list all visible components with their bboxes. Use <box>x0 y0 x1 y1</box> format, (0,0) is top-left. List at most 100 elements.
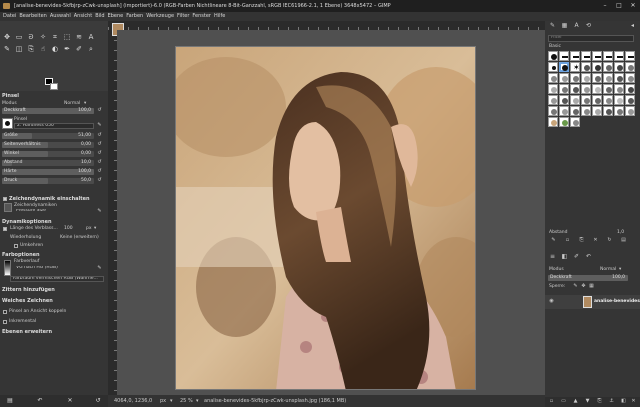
angle-reset-icon[interactable]: ↺ <box>97 151 102 156</box>
brush-preview[interactable] <box>2 118 13 129</box>
layers-mode-chevron-icon[interactable]: ▾ <box>619 266 621 273</box>
brush-item[interactable] <box>625 51 635 61</box>
clone-tool-icon[interactable]: ⎘ <box>27 45 35 53</box>
brush-filter-input[interactable]: Filter <box>548 35 634 42</box>
reset-options-icon[interactable]: ↺ <box>94 397 102 405</box>
background-color-swatch[interactable] <box>50 83 58 90</box>
lock-position-icon[interactable]: ✥ <box>581 284 586 289</box>
minimize-button[interactable]: – <box>598 0 612 12</box>
edit-gradient-icon[interactable]: ✎ <box>97 266 102 271</box>
incremental-checkbox[interactable] <box>3 320 7 324</box>
canvas-image[interactable] <box>175 46 476 390</box>
lock-alpha-icon[interactable]: ▦ <box>589 284 594 289</box>
raise-layer-icon[interactable]: ▲ <box>573 399 578 404</box>
hardness-slider[interactable]: Härte 100,0 <box>2 169 94 175</box>
brush-item[interactable] <box>592 51 602 61</box>
unit-select[interactable]: px <box>160 395 166 407</box>
brush-item[interactable] <box>548 51 558 61</box>
brush-item[interactable]: ✶ <box>570 62 580 72</box>
brush-item[interactable] <box>548 62 558 72</box>
menu-bearbeiten[interactable]: Bearbeiten <box>18 12 48 21</box>
zoom-select[interactable]: 25 % <box>180 395 193 407</box>
brush-item[interactable] <box>548 84 558 94</box>
menu-farben[interactable]: Farben <box>125 12 145 21</box>
new-brush-icon[interactable]: ▫ <box>565 238 570 243</box>
delete-preset-icon[interactable]: ✕ <box>66 397 74 405</box>
brush-item[interactable] <box>592 62 602 72</box>
mode-chevron-icon[interactable]: ▾ <box>84 100 86 107</box>
delete-brush-icon[interactable]: ✕ <box>593 238 598 243</box>
layer-row[interactable]: ◉ analise-benevides-5 <box>545 295 640 309</box>
hardness-reset-icon[interactable]: ↺ <box>97 169 102 174</box>
aspect-reset-icon[interactable]: ↺ <box>97 142 102 147</box>
eraser-tool-icon[interactable]: ◫ <box>15 45 23 53</box>
brush-item[interactable] <box>625 106 635 116</box>
brush-item[interactable] <box>570 84 580 94</box>
menu-hilfe[interactable]: Hilfe <box>213 12 227 21</box>
spacing-reset-icon[interactable]: ↺ <box>97 160 102 165</box>
layer-name[interactable]: analise-benevides-5 <box>594 299 640 304</box>
brush-item[interactable] <box>603 73 613 83</box>
menu-datei[interactable]: Datei <box>0 12 18 21</box>
brush-item[interactable] <box>625 95 635 105</box>
save-preset-icon[interactable]: ▤ <box>6 397 14 405</box>
brush-item[interactable] <box>581 73 591 83</box>
menu-ansicht[interactable]: Ansicht <box>73 12 94 21</box>
brush-item[interactable] <box>581 51 591 61</box>
lasso-tool-icon[interactable]: ᘐ <box>27 33 35 41</box>
close-button[interactable]: ✕ <box>626 0 640 12</box>
text-tool-icon[interactable]: A <box>87 33 95 41</box>
opacity-slider[interactable]: Deckkraft 100,0 <box>2 108 94 114</box>
angle-slider[interactable]: Winkel 0,00 <box>2 151 94 157</box>
lower-layer-icon[interactable]: ▼ <box>585 399 590 404</box>
gradient-preview[interactable] <box>4 260 11 276</box>
brush-item[interactable] <box>603 106 613 116</box>
smooth-header[interactable]: Weiches Zeichnen <box>2 298 53 304</box>
brush-item[interactable] <box>581 106 591 116</box>
mode-select[interactable]: Normal <box>64 100 80 107</box>
size-slider[interactable]: Größe 51,00 <box>2 133 94 139</box>
paintbrush-tool-icon[interactable]: ✎ <box>3 45 11 53</box>
lock-pixels-icon[interactable]: ✎ <box>573 284 578 289</box>
brush-item[interactable] <box>592 73 602 83</box>
edit-brush-action-icon[interactable]: ✎ <box>551 238 556 243</box>
expand-layers-header[interactable]: Ebenen erweitern <box>2 329 52 335</box>
dodge-tool-icon[interactable]: ◐ <box>51 45 59 53</box>
brush-item[interactable] <box>570 51 580 61</box>
channels-tab-icon[interactable]: ◧ <box>560 253 569 261</box>
move-tool-icon[interactable]: ✥ <box>3 33 11 41</box>
brush-item[interactable] <box>614 73 624 83</box>
spacing-slider[interactable]: Abstand 10,0 <box>2 160 94 166</box>
fade-unit-chevron-icon[interactable]: ▾ <box>94 225 96 232</box>
layer-opacity-slider[interactable]: Deckkraft 100,0 <box>548 275 628 281</box>
open-brush-icon[interactable]: ▤ <box>621 238 626 243</box>
brush-item[interactable] <box>559 84 569 94</box>
lock-brush-checkbox[interactable] <box>3 310 7 314</box>
undo-history-tab-icon[interactable]: ↶ <box>584 253 593 261</box>
zoom-chevron-icon[interactable]: ▾ <box>196 395 199 407</box>
menu-bild[interactable]: Bild <box>94 12 106 21</box>
brush-item[interactable] <box>581 84 591 94</box>
maximize-button[interactable]: □ <box>612 0 626 12</box>
brush-item[interactable] <box>614 62 624 72</box>
brush-item[interactable] <box>603 62 613 72</box>
crop-tool-icon[interactable]: ⌗ <box>51 33 59 41</box>
dynamics-checkbox[interactable] <box>3 197 7 201</box>
brush-item[interactable] <box>603 95 613 105</box>
new-group-icon[interactable]: ▭ <box>561 399 566 404</box>
mask-layer-icon[interactable]: ◧ <box>621 399 626 404</box>
brush-item[interactable] <box>548 73 558 83</box>
duplicate-brush-icon[interactable]: ⎘ <box>579 238 584 243</box>
menu-auswahl[interactable]: Auswahl <box>49 12 73 21</box>
brush-item[interactable] <box>559 51 569 61</box>
layer-visibility-eye-icon[interactable]: ◉ <box>549 299 554 304</box>
delete-layer-icon[interactable]: ✕ <box>631 399 636 404</box>
brush-item[interactable] <box>548 95 558 105</box>
brush-item[interactable] <box>614 84 624 94</box>
brush-item[interactable] <box>592 106 602 116</box>
refresh-brushes-icon[interactable]: ↻ <box>607 238 612 243</box>
patterns-tab-icon[interactable]: ▦ <box>560 22 569 30</box>
path-tool-icon[interactable]: ✒ <box>63 45 71 53</box>
size-reset-icon[interactable]: ↺ <box>97 133 102 138</box>
layers-mode-select[interactable]: Normal <box>600 266 616 273</box>
